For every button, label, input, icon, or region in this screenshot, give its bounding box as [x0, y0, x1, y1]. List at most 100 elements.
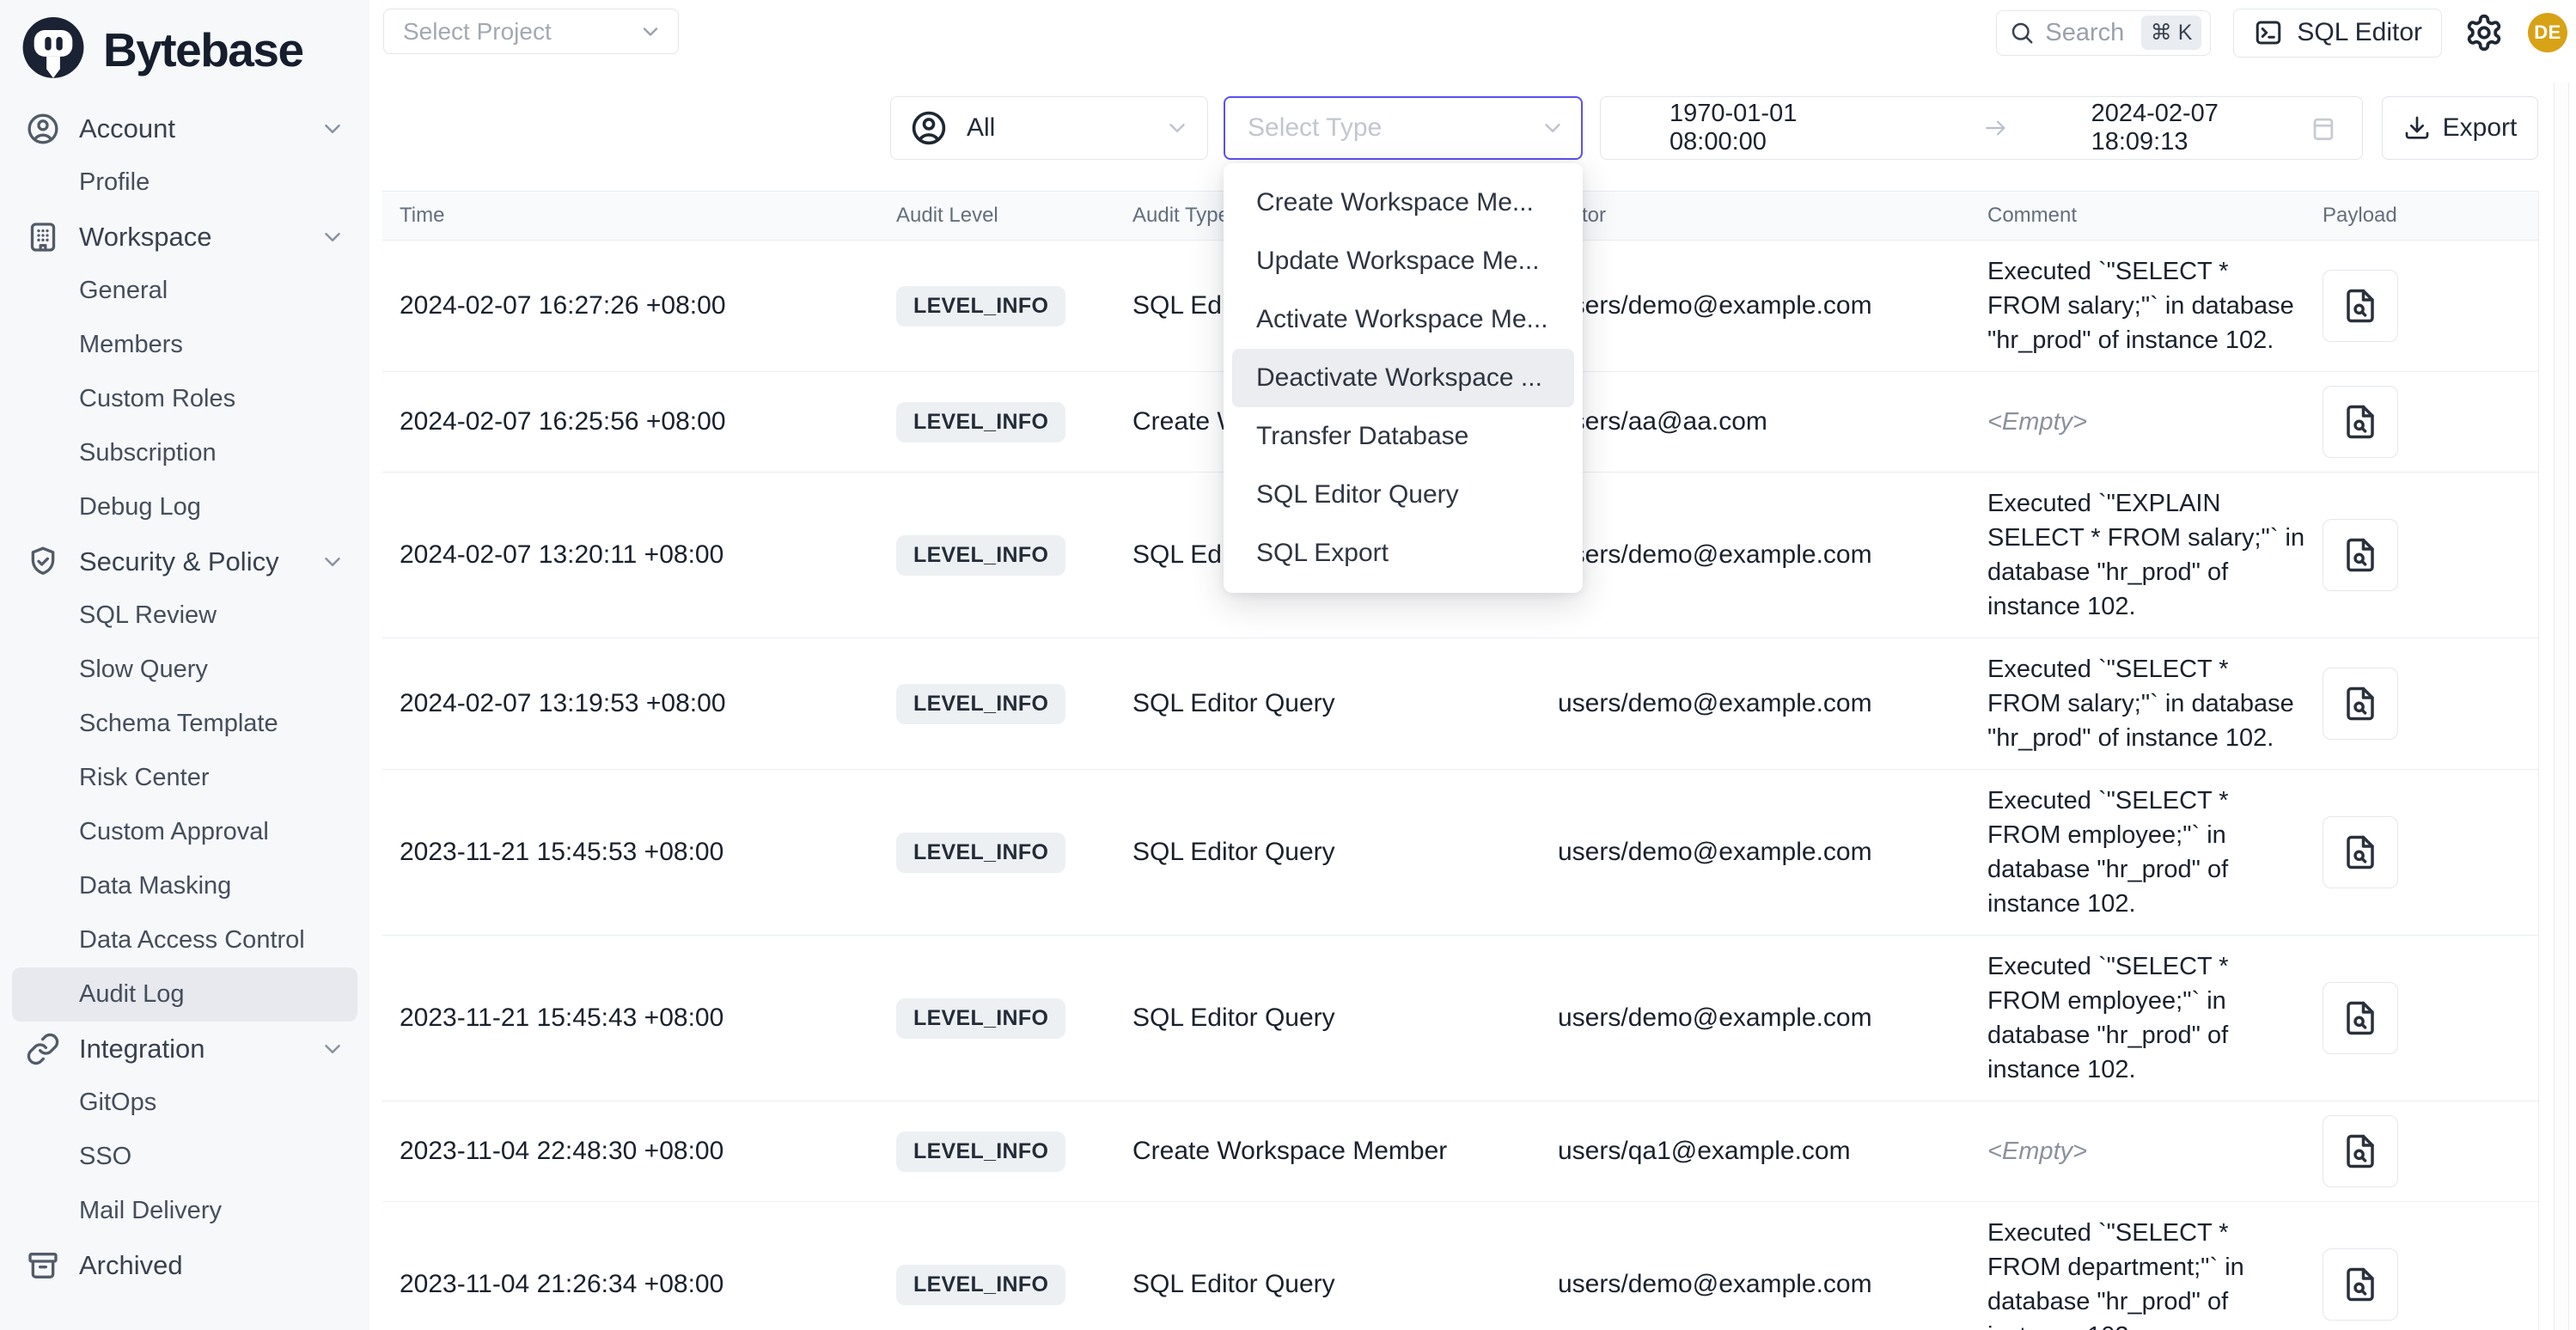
payload-button[interactable] — [2323, 1248, 2398, 1321]
chevron-down-icon — [1540, 115, 1566, 141]
app-root: Bytebase Account Profile Workspace Gener… — [0, 0, 2576, 1330]
sidebar-item-schema-template[interactable]: Schema Template — [12, 697, 357, 751]
cell-audit-type: SQL Editor Query — [1115, 838, 1541, 867]
sql-editor-label: SQL Editor — [2297, 18, 2422, 47]
search-input[interactable]: Search ⌘ K — [1996, 10, 2211, 56]
column-header-payload: Payload — [2305, 204, 2538, 228]
cell-time: 2023-11-21 15:45:43 +08:00 — [382, 1004, 879, 1033]
export-button[interactable]: Export — [2382, 96, 2538, 160]
file-search-icon — [2342, 1133, 2378, 1169]
sidebar-item-risk-center[interactable]: Risk Center — [12, 751, 357, 805]
level-badge: LEVEL_INFO — [896, 833, 1065, 873]
link-icon — [26, 1032, 60, 1066]
sidebar-item-custom-approval[interactable]: Custom Approval — [12, 805, 357, 859]
settings-button[interactable] — [2464, 12, 2506, 53]
actor-filter-select[interactable]: All — [890, 96, 1208, 160]
terminal-icon — [2253, 17, 2284, 48]
level-badge: LEVEL_INFO — [896, 1132, 1065, 1172]
cell-payload — [2305, 1248, 2538, 1321]
date-range-picker[interactable]: 1970-01-01 08:00:00 2024-02-07 18:09:13 — [1600, 96, 2363, 160]
avatar[interactable]: DE — [2528, 13, 2567, 52]
menu-item-activate-workspace-member[interactable]: Activate Workspace Me... — [1232, 290, 1574, 349]
sidebar-group-integration[interactable]: Integration — [12, 1022, 357, 1076]
chevron-down-icon — [320, 549, 345, 575]
menu-item-create-workspace-member[interactable]: Create Workspace Me... — [1232, 174, 1574, 232]
cell-actor: users/demo@example.com — [1541, 1004, 1970, 1033]
level-badge: LEVEL_INFO — [896, 535, 1065, 576]
sidebar-item-data-masking[interactable]: Data Masking — [12, 859, 357, 913]
table-row: 2023-11-21 15:45:53 +08:00 LEVEL_INFO SQ… — [382, 770, 2538, 936]
chevron-down-icon — [320, 224, 345, 250]
menu-item-deactivate-workspace-member[interactable]: Deactivate Workspace ... — [1232, 349, 1574, 407]
brand-logo[interactable]: Bytebase — [0, 0, 369, 96]
cell-payload — [2305, 816, 2538, 888]
level-badge: LEVEL_INFO — [896, 1265, 1065, 1305]
cell-actor: users/qa1@example.com — [1541, 1137, 1970, 1166]
payload-button[interactable] — [2323, 519, 2398, 591]
type-filter-dropdown: Create Workspace Me... Update Workspace … — [1224, 163, 1583, 593]
sidebar-item-mail-delivery[interactable]: Mail Delivery — [12, 1184, 357, 1238]
sidebar-item-slow-query[interactable]: Slow Query — [12, 643, 357, 697]
chevron-down-icon — [1164, 115, 1190, 141]
sidebar-item-sql-review[interactable]: SQL Review — [12, 589, 357, 643]
menu-item-transfer-database[interactable]: Transfer Database — [1232, 407, 1574, 466]
sidebar: Bytebase Account Profile Workspace Gener… — [0, 0, 369, 1330]
cell-payload — [2305, 982, 2538, 1054]
cell-comment: Executed `"SELECT * FROM salary;"` in da… — [1970, 254, 2305, 357]
sidebar-item-data-access-control[interactable]: Data Access Control — [12, 913, 357, 967]
sidebar-group-label: Integration — [79, 1034, 320, 1065]
cell-payload — [2305, 519, 2538, 591]
sidebar-item-audit-log[interactable]: Audit Log — [12, 967, 357, 1022]
vertical-scrollbar[interactable] — [2554, 82, 2569, 1330]
sidebar-group-label: Security & Policy — [79, 546, 320, 577]
cell-payload — [2305, 386, 2538, 458]
sidebar-item-subscription[interactable]: Subscription — [12, 426, 357, 480]
cell-comment: Executed `"SELECT * FROM employee;"` in … — [1970, 784, 2305, 921]
cell-audit-level: LEVEL_INFO — [879, 998, 1115, 1039]
sidebar-item-general[interactable]: General — [12, 264, 357, 318]
sidebar-group-archived[interactable]: Archived — [12, 1238, 357, 1292]
payload-button[interactable] — [2323, 668, 2398, 740]
sidebar-item-debug-log[interactable]: Debug Log — [12, 480, 357, 534]
sidebar-nav: Account Profile Workspace General Member… — [0, 96, 369, 1292]
payload-button[interactable] — [2323, 270, 2398, 342]
file-search-icon — [2342, 288, 2378, 324]
payload-button[interactable] — [2323, 1115, 2398, 1187]
shield-check-icon — [26, 545, 60, 579]
sidebar-group-account[interactable]: Account — [12, 101, 357, 156]
sidebar-item-sso[interactable]: SSO — [12, 1130, 357, 1184]
type-filter-select[interactable]: Select Type — [1224, 96, 1583, 160]
payload-button[interactable] — [2323, 982, 2398, 1054]
sidebar-group-security-policy[interactable]: Security & Policy — [12, 534, 357, 589]
column-header-time: Time — [382, 204, 879, 228]
cell-comment: <Empty> — [1970, 1134, 2305, 1168]
cell-actor: users/aa@aa.com — [1541, 407, 1970, 436]
column-header-comment: Comment — [1970, 204, 2305, 228]
type-filter-placeholder: Select Type — [1248, 113, 1540, 143]
menu-item-sql-editor-query[interactable]: SQL Editor Query — [1232, 466, 1574, 524]
sidebar-item-members[interactable]: Members — [12, 318, 357, 372]
sql-editor-button[interactable]: SQL Editor — [2233, 9, 2442, 58]
sidebar-item-gitops[interactable]: GitOps — [12, 1076, 357, 1130]
sidebar-item-custom-roles[interactable]: Custom Roles — [12, 372, 357, 426]
cell-actor: users/demo@example.com — [1541, 540, 1970, 570]
project-select[interactable]: Select Project — [383, 9, 679, 54]
cell-payload — [2305, 270, 2538, 342]
cell-comment: Executed `"SELECT * FROM department;"` i… — [1970, 1216, 2305, 1330]
table-row: 2023-11-04 22:48:30 +08:00 LEVEL_INFO Cr… — [382, 1101, 2538, 1202]
download-icon — [2403, 114, 2431, 142]
menu-item-update-workspace-member[interactable]: Update Workspace Me... — [1232, 232, 1574, 290]
date-to-value[interactable]: 2024-02-07 18:09:13 — [2091, 100, 2310, 156]
cell-audit-type: SQL Editor Query — [1115, 1004, 1541, 1033]
cell-audit-level: LEVEL_INFO — [879, 402, 1115, 442]
cell-time: 2024-02-07 16:27:26 +08:00 — [382, 291, 879, 320]
cell-comment: Executed `"SELECT * FROM employee;"` in … — [1970, 949, 2305, 1087]
column-header-actor: Actor — [1541, 204, 1970, 228]
menu-item-sql-export[interactable]: SQL Export — [1232, 524, 1574, 583]
cell-time: 2024-02-07 13:19:53 +08:00 — [382, 689, 879, 718]
sidebar-item-profile[interactable]: Profile — [12, 156, 357, 210]
payload-button[interactable] — [2323, 386, 2398, 458]
sidebar-group-workspace[interactable]: Workspace — [12, 210, 357, 264]
payload-button[interactable] — [2323, 816, 2398, 888]
date-from-value[interactable]: 1970-01-01 08:00:00 — [1670, 100, 1888, 156]
